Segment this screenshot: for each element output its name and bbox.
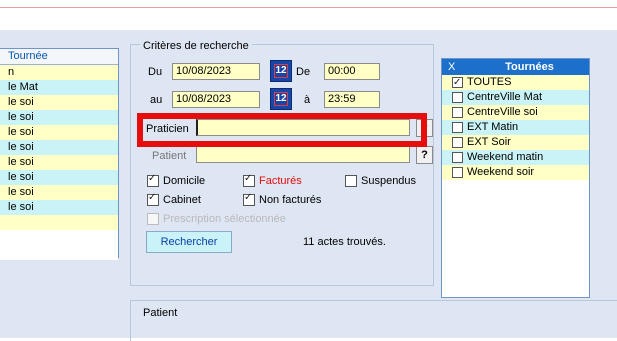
patient-group bbox=[130, 300, 617, 341]
cabinet-label: Cabinet bbox=[163, 194, 201, 206]
factures-label: Facturés bbox=[259, 175, 302, 187]
tournee-item-toutes[interactable]: TOUTES bbox=[442, 75, 589, 90]
list-item[interactable]: n bbox=[0, 65, 118, 80]
date-to-field[interactable]: 10/08/2023 bbox=[172, 91, 260, 108]
patient-group-title: Patient bbox=[140, 307, 181, 319]
checkbox-icon bbox=[147, 213, 159, 225]
list-item[interactable]: le soi bbox=[0, 125, 118, 140]
search-button[interactable]: Rechercher bbox=[146, 231, 232, 253]
time-from-label: De bbox=[296, 66, 311, 78]
tournees-header: X Tournées bbox=[442, 59, 589, 75]
calendar-icon[interactable]: 12 bbox=[270, 60, 292, 82]
non-factures-checkbox[interactable]: Non facturés bbox=[243, 192, 322, 206]
list-item[interactable] bbox=[0, 215, 118, 230]
list-item[interactable]: le soi bbox=[0, 155, 118, 170]
list-item[interactable]: le soi bbox=[0, 110, 118, 125]
prescription-checkbox: Prescription sélectionnée bbox=[147, 213, 286, 225]
checkbox-icon bbox=[147, 192, 159, 206]
highlight-frame bbox=[137, 113, 427, 147]
tournee-item[interactable]: EXT Soir bbox=[442, 135, 589, 150]
tournee-label: Weekend soir bbox=[467, 166, 535, 178]
tournee-item[interactable]: CentreVille soi bbox=[442, 105, 589, 120]
non-factures-label: Non facturés bbox=[259, 194, 322, 206]
checkbox-icon[interactable] bbox=[452, 122, 463, 133]
tournee-label: TOUTES bbox=[467, 76, 512, 88]
tournee-item[interactable]: Weekend soir bbox=[442, 165, 589, 180]
column-tournees-header[interactable]: Tournées bbox=[470, 59, 589, 75]
calendar-icon[interactable]: 12 bbox=[270, 88, 292, 110]
checkbox-icon[interactable] bbox=[452, 107, 463, 118]
date-to-label: au bbox=[150, 94, 163, 106]
date-from-label: Du bbox=[148, 66, 163, 78]
tournee-item[interactable]: CentreVille Mat bbox=[442, 90, 589, 105]
checkbox-icon bbox=[147, 173, 159, 187]
time-to-field[interactable]: 23:59 bbox=[324, 91, 380, 108]
list-item[interactable]: le soi bbox=[0, 140, 118, 155]
checkbox-icon[interactable] bbox=[452, 92, 463, 103]
suspendus-checkbox[interactable]: Suspendus bbox=[345, 175, 416, 187]
suspendus-label: Suspendus bbox=[361, 175, 417, 187]
checkbox-icon bbox=[345, 175, 357, 187]
top-divider bbox=[0, 7, 617, 8]
left-list-header[interactable]: Tournée bbox=[0, 49, 118, 65]
time-to-label: à bbox=[304, 94, 311, 106]
prescription-label: Prescription sélectionnée bbox=[163, 213, 286, 225]
tournee-label: CentreVille soi bbox=[467, 106, 538, 118]
date-from-field[interactable]: 10/08/2023 bbox=[172, 63, 260, 80]
tournee-item[interactable]: EXT Matin bbox=[442, 120, 589, 135]
domicile-label: Domicile bbox=[163, 175, 206, 187]
list-item[interactable]: le soi bbox=[0, 95, 118, 110]
list-item[interactable]: le Mat bbox=[0, 80, 118, 95]
column-x-header[interactable]: X bbox=[442, 59, 470, 75]
tournees-list[interactable]: X Tournées TOUTES CentreVille Mat Centre… bbox=[441, 58, 590, 298]
list-item[interactable] bbox=[0, 245, 118, 260]
tournee-label: Weekend matin bbox=[467, 151, 544, 163]
tournee-label: EXT Matin bbox=[467, 121, 519, 133]
checkbox-icon[interactable] bbox=[452, 167, 463, 178]
tournee-label: EXT Soir bbox=[467, 136, 511, 148]
cabinet-checkbox[interactable]: Cabinet bbox=[147, 192, 201, 206]
time-from-field[interactable]: 00:00 bbox=[324, 63, 380, 80]
patient-field[interactable] bbox=[196, 146, 410, 163]
list-item[interactable]: le soi bbox=[0, 170, 118, 185]
patient-label: Patient bbox=[152, 150, 187, 162]
list-item[interactable]: le soi bbox=[0, 200, 118, 215]
checkbox-icon bbox=[243, 173, 255, 187]
tournee-item[interactable]: Weekend matin bbox=[442, 150, 589, 165]
domicile-checkbox[interactable]: Domicile bbox=[147, 173, 206, 187]
list-item[interactable]: le soi bbox=[0, 185, 118, 200]
checkbox-icon[interactable] bbox=[452, 75, 463, 90]
list-item[interactable] bbox=[0, 230, 118, 245]
patient-lookup-button[interactable]: ? bbox=[416, 146, 433, 164]
tournee-label: CentreVille Mat bbox=[467, 91, 542, 103]
left-tournee-list[interactable]: Tournée n le Mat le soi le soi le soi le… bbox=[0, 48, 119, 260]
checkbox-icon bbox=[243, 192, 255, 206]
search-criteria-title: Critères de recherche bbox=[140, 40, 252, 52]
factures-checkbox[interactable]: Facturés bbox=[243, 173, 302, 187]
checkbox-icon[interactable] bbox=[452, 137, 463, 148]
result-count: 11 actes trouvés. bbox=[303, 236, 386, 248]
checkbox-icon[interactable] bbox=[452, 152, 463, 163]
